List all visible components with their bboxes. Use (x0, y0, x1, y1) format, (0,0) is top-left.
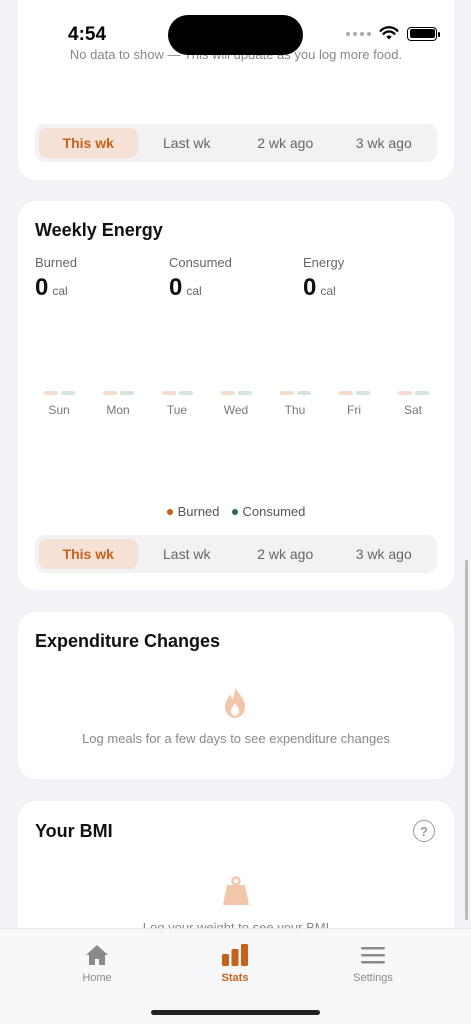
day-column: Thu (266, 391, 324, 417)
wifi-icon (379, 26, 399, 40)
scrollbar[interactable] (465, 560, 468, 920)
legend-label: Consumed (242, 504, 306, 519)
stat-value: 0 (169, 274, 183, 301)
consumed-bar (119, 391, 134, 395)
weekly-energy-card: Weekly Energy Burned 0 cal Consumed 0 ca… (18, 201, 454, 590)
legend-label: Burned (177, 504, 220, 519)
segment-last-week[interactable]: Last wk (138, 539, 237, 569)
day-label: Wed (223, 403, 249, 417)
stat-value: 0 (303, 274, 317, 301)
home-icon (86, 945, 108, 965)
segment-2-weeks-ago[interactable]: 2 wk ago (236, 539, 335, 569)
burned-bar (220, 391, 235, 395)
segment-this-week[interactable]: This wk (39, 539, 138, 569)
stat-unit: cal (320, 284, 336, 298)
dynamic-island (168, 15, 303, 55)
burned-bar (279, 391, 294, 395)
segment-2-weeks-ago[interactable]: 2 wk ago (236, 128, 335, 158)
segment-this-week[interactable]: This wk (39, 128, 138, 158)
burned-bar (338, 391, 353, 395)
legend-burned: Burned (166, 504, 220, 519)
expenditure-title: Expenditure Changes (35, 631, 221, 651)
consumed-bar (237, 391, 252, 395)
weekly-energy-title: Weekly Energy (35, 220, 163, 240)
day-column: Sat (384, 391, 442, 417)
tab-home[interactable]: Home (47, 943, 147, 984)
consumed-bar (178, 391, 193, 395)
stat-consumed: Consumed 0 cal (169, 255, 232, 302)
bmi-title: Your BMI (35, 821, 113, 841)
stats-icon (222, 944, 248, 966)
settings-icon (361, 947, 385, 964)
segment-last-week[interactable]: Last wk (138, 128, 237, 158)
battery-icon (407, 26, 440, 41)
day-label: Tue (166, 403, 188, 417)
burned-bar (43, 391, 58, 395)
day-label: Sun (48, 403, 70, 417)
tab-label: Settings (353, 972, 393, 984)
day-column: Sun (30, 391, 88, 417)
cellular-icon (346, 31, 371, 36)
burned-dot-icon (166, 508, 173, 515)
burned-bar (102, 391, 117, 395)
stat-label: Burned (35, 255, 77, 270)
tab-settings[interactable]: Settings (323, 943, 423, 984)
home-indicator[interactable] (151, 1010, 320, 1015)
day-label: Fri (347, 403, 361, 417)
segment-3-weeks-ago[interactable]: 3 wk ago (335, 539, 434, 569)
stat-burned: Burned 0 cal (35, 255, 77, 302)
tab-label: Stats (221, 972, 249, 984)
flame-icon (225, 687, 245, 718)
consumed-bar (355, 391, 370, 395)
stat-energy: Energy 0 cal (303, 255, 344, 302)
chart-legend: Burned Consumed (18, 504, 454, 519)
stat-value: 0 (35, 274, 49, 301)
stat-label: Energy (303, 255, 345, 270)
stat-unit: cal (52, 284, 68, 298)
expenditure-card: Expenditure Changes Log meals for a few … (18, 612, 454, 779)
status-bar: 4:54 (0, 0, 471, 60)
day-label: Sat (403, 403, 422, 417)
tab-bar: Home Stats Settings (0, 928, 471, 1024)
consumed-bar (296, 391, 311, 395)
top-week-selector: This wk Last wk 2 wk ago 3 wk ago (35, 124, 437, 162)
stat-label: Consumed (169, 255, 232, 270)
energy-week-selector: This wk Last wk 2 wk ago 3 wk ago (35, 535, 437, 573)
burned-bar (397, 391, 412, 395)
status-time: 4:54 (68, 24, 107, 45)
day-column: Fri (325, 391, 383, 417)
day-column: Mon (89, 391, 147, 417)
consumed-bar (60, 391, 75, 395)
status-icons (346, 26, 440, 41)
consumed-dot-icon (231, 508, 238, 515)
day-column: Tue (148, 391, 206, 417)
help-icon[interactable]: ? (413, 820, 435, 842)
day-label: Mon (106, 403, 130, 417)
weight-icon (223, 876, 249, 905)
tab-label: Home (82, 972, 112, 984)
expenditure-empty-text: Log meals for a few days to see expendit… (82, 731, 390, 746)
stat-unit: cal (186, 284, 202, 298)
tab-stats[interactable]: Stats (185, 943, 285, 984)
segment-3-weeks-ago[interactable]: 3 wk ago (335, 128, 434, 158)
burned-bar (161, 391, 176, 395)
day-column: Wed (207, 391, 265, 417)
legend-consumed: Consumed (231, 504, 306, 519)
consumed-bar (414, 391, 429, 395)
weekly-chart: Sun Mon Tue Wed Thu Fri Sat (30, 391, 442, 417)
day-label: Thu (284, 403, 306, 417)
